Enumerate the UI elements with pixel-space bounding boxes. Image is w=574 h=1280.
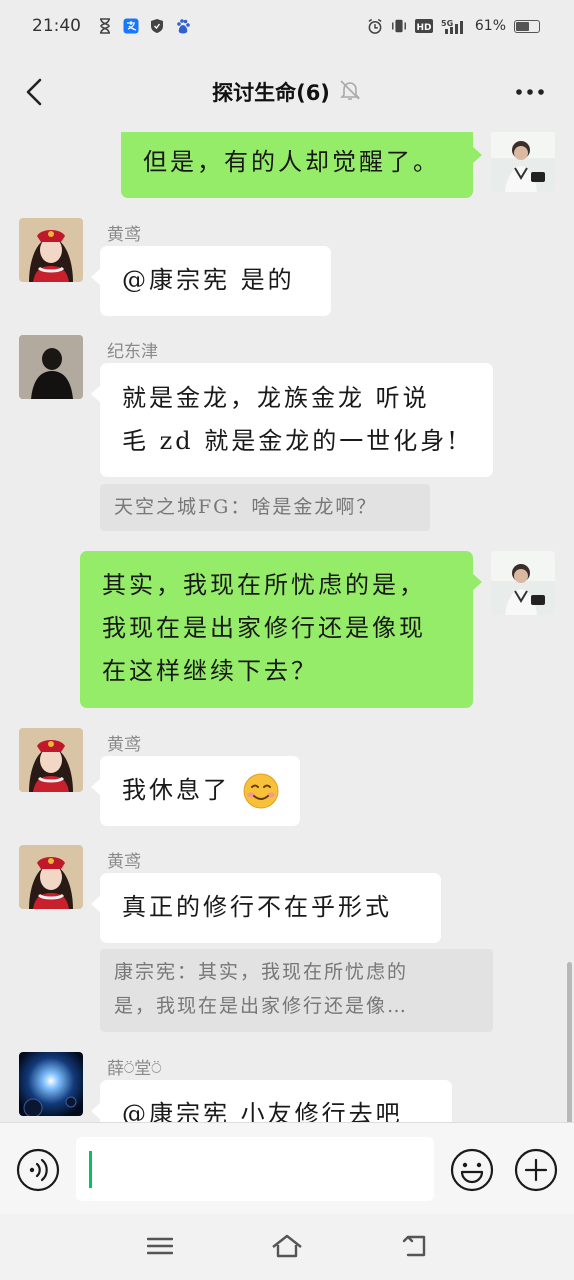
more-button[interactable] — [512, 74, 548, 110]
message-bubble-incoming[interactable]: @康宗宪 是的 — [91, 246, 331, 316]
sender-name: 黄鸢 — [107, 735, 141, 755]
battery-percent: 61% — [474, 18, 506, 34]
alipay-icon — [123, 18, 139, 34]
mute-bell-icon — [338, 78, 362, 106]
text-cursor — [89, 1151, 92, 1188]
message-text-line: 其实，我现在所忧虑的是， — [102, 571, 426, 599]
message-text: @康宗宪 小友修行去吧 — [122, 1100, 403, 1122]
avatar-huangyuan[interactable] — [19, 728, 83, 792]
message-bubble-incoming[interactable]: @康宗宪 小友修行去吧 — [91, 1080, 452, 1122]
home-button[interactable] — [267, 1228, 307, 1264]
baidu-icon — [175, 18, 191, 34]
status-right: HD 5G 61% — [367, 18, 540, 34]
system-nav-bar — [0, 1214, 574, 1280]
quoted-message[interactable]: 天空之城FG：啥是金龙啊？ — [100, 484, 430, 531]
message-bubble-incoming[interactable]: 我休息了 — [91, 756, 300, 826]
smiling-face-emoji — [243, 773, 279, 809]
shield-icon — [149, 18, 165, 34]
battery-icon — [514, 19, 540, 33]
status-time: 21:40 — [32, 16, 81, 36]
message-bubble-outgoing[interactable]: 但是，有的人却觉醒了。 — [121, 132, 482, 198]
message-text-line: 我现在是出家修行还是像现 — [102, 614, 426, 642]
status-bar: 21:40 HD 5G 61% — [0, 0, 574, 52]
back-icon — [402, 1235, 426, 1257]
avatar-self[interactable] — [491, 132, 555, 192]
quote-text-line: 康宗宪：其实，我现在所忧虑的 — [114, 961, 409, 983]
chat-header: 探讨生命(6) — [0, 52, 574, 132]
battery-level — [516, 21, 529, 31]
message-text: @康宗宪 是的 — [122, 266, 295, 294]
message-text: 真正的修行不在乎形式 — [122, 893, 392, 921]
voice-icon — [16, 1148, 60, 1192]
avatar-huangyuan[interactable] — [19, 845, 83, 909]
sender-name: 黄鸢 — [107, 225, 141, 245]
title-wrap: 探讨生命(6) — [212, 77, 362, 107]
signal-5g-icon: 5G — [441, 18, 467, 34]
emoji-button[interactable] — [450, 1148, 494, 1192]
more-dots-icon — [516, 89, 544, 95]
chat-message-list[interactable]: 但是，有的人却觉醒了。 黄鸢 @康宗宪 是的 纪东津 就是金龙，龙族金龙 听说 … — [0, 132, 574, 1122]
hourglass-icon — [97, 18, 113, 34]
message-text-line: 毛 zd 就是金龙的一世化身! — [122, 427, 460, 455]
home-icon — [272, 1234, 302, 1258]
message-text: 但是，有的人却觉醒了。 — [143, 148, 440, 176]
back-button[interactable] — [16, 74, 52, 110]
scrollbar-thumb[interactable] — [567, 962, 572, 1122]
message-bubble-incoming[interactable]: 就是金龙，龙族金龙 听说 毛 zd 就是金龙的一世化身! — [91, 363, 493, 477]
quote-text-line: 是，我现在是出家修行还是像… — [114, 995, 409, 1017]
sender-name: 纪东津 — [107, 342, 158, 362]
chevron-left-icon — [26, 78, 42, 106]
sender-name: 黄鸢 — [107, 852, 141, 872]
message-text-line: 就是金龙，龙族金龙 听说 — [122, 384, 430, 412]
message-text: 我休息了 — [122, 776, 230, 804]
sender-name: 薛⍥堂⍥ — [107, 1059, 162, 1079]
avatar-huangyuan[interactable] — [19, 218, 83, 282]
avatar-self[interactable] — [491, 551, 555, 615]
message-bubble-incoming[interactable]: 真正的修行不在乎形式 — [91, 873, 441, 943]
quoted-message[interactable]: 康宗宪：其实，我现在所忧虑的 是，我现在是出家修行还是像… — [100, 949, 493, 1032]
back-nav-button[interactable] — [394, 1228, 434, 1264]
network-label: 5G — [441, 19, 453, 28]
alarm-icon — [367, 18, 383, 34]
hd-icon: HD — [414, 18, 433, 34]
avatar-jidongjin[interactable] — [19, 335, 83, 399]
vibrate-icon — [391, 18, 407, 34]
plus-icon — [514, 1148, 558, 1192]
voice-button[interactable] — [16, 1148, 60, 1192]
quote-text: 天空之城FG：啥是金龙啊？ — [114, 496, 378, 518]
message-input[interactable] — [76, 1137, 434, 1201]
menu-icon — [147, 1237, 173, 1255]
message-text-line: 在这样继续下去？ — [102, 657, 318, 685]
page-title: 探讨生命(6) — [212, 81, 330, 105]
avatar-xuetang[interactable] — [19, 1052, 83, 1116]
status-left: 21:40 — [32, 16, 191, 36]
smiley-icon — [450, 1148, 494, 1192]
hd-label: HD — [416, 23, 431, 33]
message-bubble-outgoing[interactable]: 其实，我现在所忧虑的是， 我现在是出家修行还是像现 在这样继续下去？ — [80, 551, 482, 708]
menu-button[interactable] — [140, 1228, 180, 1264]
plus-button[interactable] — [514, 1148, 558, 1192]
input-bar — [0, 1122, 574, 1214]
